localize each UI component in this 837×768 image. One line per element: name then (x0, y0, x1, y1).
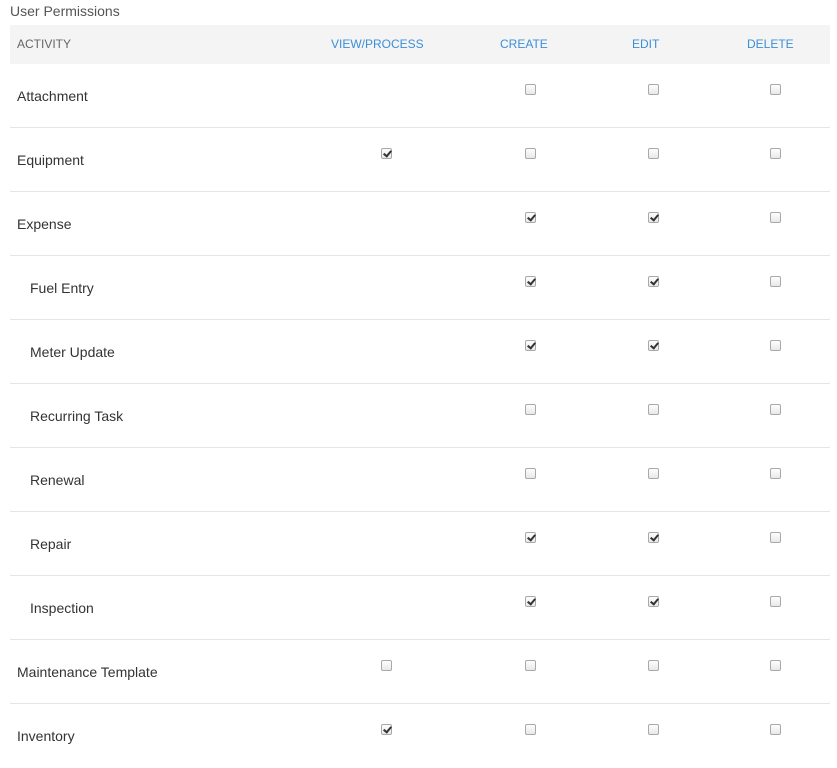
activity-label: Renewal (30, 472, 85, 488)
create-checkbox[interactable] (525, 468, 536, 479)
activity-label: Attachment (17, 88, 88, 104)
permissions-table: ACTIVITY VIEW/PROCESS CREATE EDIT DELETE… (10, 25, 830, 768)
activity-label: Inventory (17, 728, 75, 744)
edit-checkbox[interactable] (648, 84, 659, 95)
table-header: ACTIVITY VIEW/PROCESS CREATE EDIT DELETE (10, 25, 830, 64)
view-process-checkbox[interactable] (381, 148, 392, 159)
create-checkbox[interactable] (525, 212, 536, 223)
edit-checkbox[interactable] (648, 276, 659, 287)
edit-checkbox[interactable] (648, 340, 659, 351)
create-checkbox[interactable] (525, 276, 536, 287)
table-row: Equipment (10, 128, 830, 192)
edit-checkbox[interactable] (648, 404, 659, 415)
delete-checkbox[interactable] (770, 660, 781, 671)
create-checkbox[interactable] (525, 660, 536, 671)
activity-label: Expense (17, 216, 72, 232)
activity-label: Meter Update (30, 344, 115, 360)
edit-checkbox[interactable] (648, 532, 659, 543)
delete-checkbox[interactable] (770, 596, 781, 607)
view-process-checkbox[interactable] (381, 660, 392, 671)
delete-checkbox[interactable] (770, 148, 781, 159)
table-row: Inspection (10, 576, 830, 640)
table-row: Attachment (10, 64, 830, 128)
section-title: User Permissions (10, 3, 120, 19)
table-row: Renewal (10, 448, 830, 512)
delete-checkbox[interactable] (770, 724, 781, 735)
delete-checkbox[interactable] (770, 84, 781, 95)
activity-label: Inspection (30, 600, 94, 616)
table-row: Expense (10, 192, 830, 256)
table-row: Maintenance Template (10, 640, 830, 704)
create-checkbox[interactable] (525, 532, 536, 543)
create-checkbox[interactable] (525, 340, 536, 351)
table-row: Repair (10, 512, 830, 576)
view-process-checkbox[interactable] (381, 724, 392, 735)
activity-label: Repair (30, 536, 72, 552)
table-row: Fuel Entry (10, 256, 830, 320)
column-header-activity: ACTIVITY (17, 37, 72, 51)
activity-label: Equipment (17, 152, 84, 168)
delete-checkbox[interactable] (770, 532, 781, 543)
edit-checkbox[interactable] (648, 724, 659, 735)
delete-checkbox[interactable] (770, 276, 781, 287)
table-row: Inventory (10, 704, 830, 768)
create-checkbox[interactable] (525, 84, 536, 95)
create-checkbox[interactable] (525, 596, 536, 607)
column-header-delete[interactable]: DELETE (747, 25, 794, 64)
table-row: Recurring Task (10, 384, 830, 448)
create-checkbox[interactable] (525, 148, 536, 159)
activity-label: Maintenance Template (17, 664, 158, 680)
edit-checkbox[interactable] (648, 148, 659, 159)
edit-checkbox[interactable] (648, 660, 659, 671)
edit-checkbox[interactable] (648, 596, 659, 607)
column-header-edit[interactable]: EDIT (632, 25, 659, 64)
create-checkbox[interactable] (525, 404, 536, 415)
delete-checkbox[interactable] (770, 404, 781, 415)
column-header-view-process[interactable]: VIEW/PROCESS (331, 25, 424, 64)
table-row: Meter Update (10, 320, 830, 384)
edit-checkbox[interactable] (648, 468, 659, 479)
column-header-create[interactable]: CREATE (500, 25, 548, 64)
edit-checkbox[interactable] (648, 212, 659, 223)
delete-checkbox[interactable] (770, 340, 781, 351)
activity-label: Fuel Entry (30, 280, 94, 296)
delete-checkbox[interactable] (770, 212, 781, 223)
create-checkbox[interactable] (525, 724, 536, 735)
activity-label: Recurring Task (30, 408, 124, 424)
delete-checkbox[interactable] (770, 468, 781, 479)
